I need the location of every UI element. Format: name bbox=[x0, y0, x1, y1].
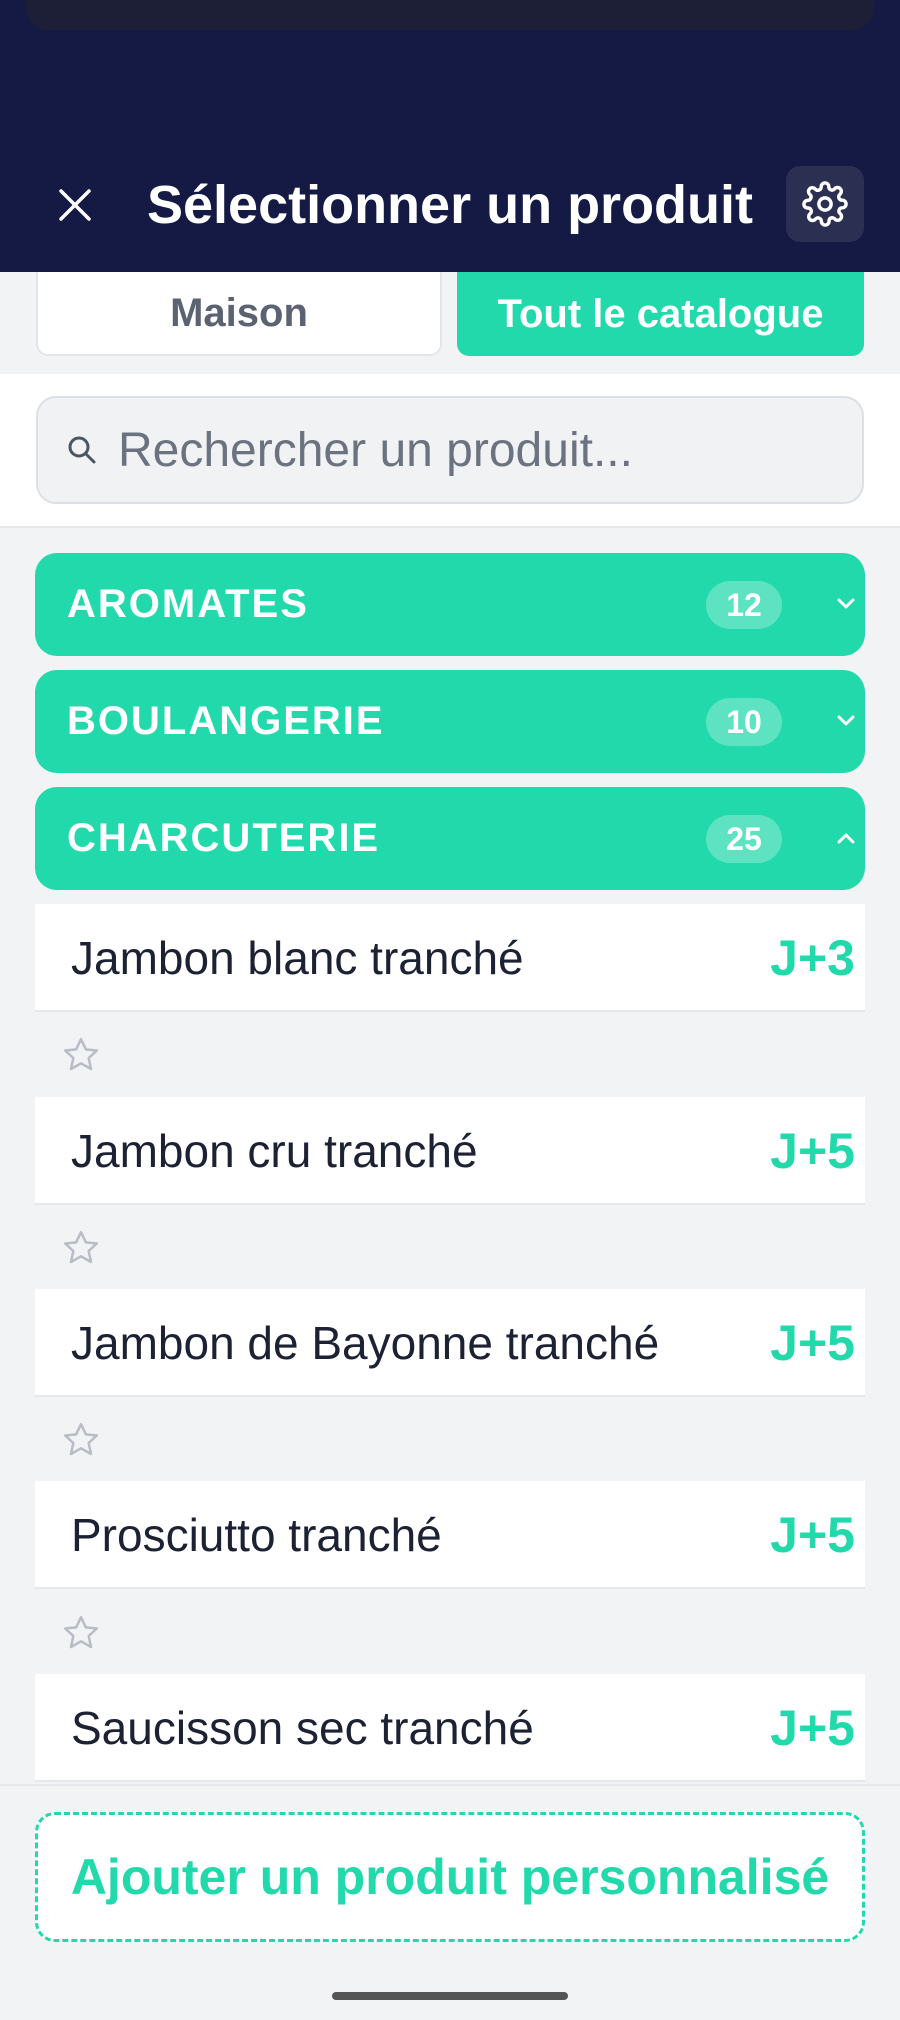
footer-bar: Ajouter un produit personnalisé bbox=[0, 1784, 900, 2020]
category-name: AROMATES bbox=[67, 582, 309, 626]
category-count-badge: 25 bbox=[706, 815, 782, 863]
product-shelf-life: J+5 bbox=[770, 1507, 855, 1563]
chevron-up-icon bbox=[833, 825, 859, 851]
search-input[interactable] bbox=[118, 422, 838, 478]
catalog-tabs: Maison Tout le catalogue bbox=[0, 272, 900, 374]
product-name: Prosciutto tranché bbox=[71, 1509, 442, 1561]
product-shelf-life: J+3 bbox=[770, 930, 855, 986]
add-custom-product-button[interactable]: Ajouter un produit personnalisé bbox=[35, 1812, 865, 1942]
category-boulangerie[interactable]: BOULANGERIE 10 bbox=[35, 670, 865, 773]
top-sheet-handle bbox=[26, 0, 874, 30]
category-count-badge: 10 bbox=[706, 698, 782, 746]
product-name: Saucisson sec tranché bbox=[71, 1702, 534, 1754]
favorite-star-icon[interactable] bbox=[60, 1034, 102, 1076]
category-name: BOULANGERIE bbox=[67, 699, 385, 743]
product-row[interactable]: Prosciutto tranché J+5 bbox=[35, 1481, 865, 1589]
favorite-star-icon[interactable] bbox=[60, 1612, 102, 1654]
tab-maison[interactable]: Maison bbox=[36, 272, 442, 356]
product-name: Jambon cru tranché bbox=[71, 1125, 478, 1177]
app-header: Sélectionner un produit bbox=[0, 0, 900, 272]
search-box[interactable] bbox=[36, 396, 864, 504]
settings-button[interactable] bbox=[786, 166, 864, 242]
product-name: Jambon blanc tranché bbox=[71, 932, 524, 984]
category-aromates[interactable]: AROMATES 12 bbox=[35, 553, 865, 656]
product-row[interactable]: Saucisson sec tranché J+5 bbox=[35, 1674, 865, 1782]
product-name: Jambon de Bayonne tranché bbox=[71, 1317, 660, 1369]
favorite-star-icon[interactable] bbox=[60, 1419, 102, 1461]
product-shelf-life: J+5 bbox=[770, 1700, 855, 1756]
chevron-down-icon bbox=[833, 591, 859, 617]
gear-icon bbox=[802, 181, 848, 227]
favorite-star-icon[interactable] bbox=[60, 1227, 102, 1269]
category-charcuterie[interactable]: CHARCUTERIE 25 bbox=[35, 787, 865, 890]
tab-tout-le-catalogue[interactable]: Tout le catalogue bbox=[457, 272, 864, 356]
product-row[interactable]: Jambon blanc tranché J+3 bbox=[35, 904, 865, 1012]
product-row[interactable]: Jambon de Bayonne tranché J+5 bbox=[35, 1289, 865, 1397]
product-shelf-life: J+5 bbox=[770, 1315, 855, 1371]
close-icon bbox=[59, 189, 91, 221]
product-row[interactable]: Jambon cru tranché J+5 bbox=[35, 1097, 865, 1205]
page-title: Sélectionner un produit bbox=[146, 175, 754, 235]
search-icon bbox=[64, 432, 100, 468]
close-button[interactable] bbox=[48, 178, 102, 232]
home-indicator bbox=[332, 1992, 568, 2000]
search-panel bbox=[0, 374, 900, 528]
product-shelf-life: J+5 bbox=[770, 1123, 855, 1179]
chevron-down-icon bbox=[833, 708, 859, 734]
category-name: CHARCUTERIE bbox=[67, 816, 381, 860]
category-count-badge: 12 bbox=[706, 581, 782, 629]
